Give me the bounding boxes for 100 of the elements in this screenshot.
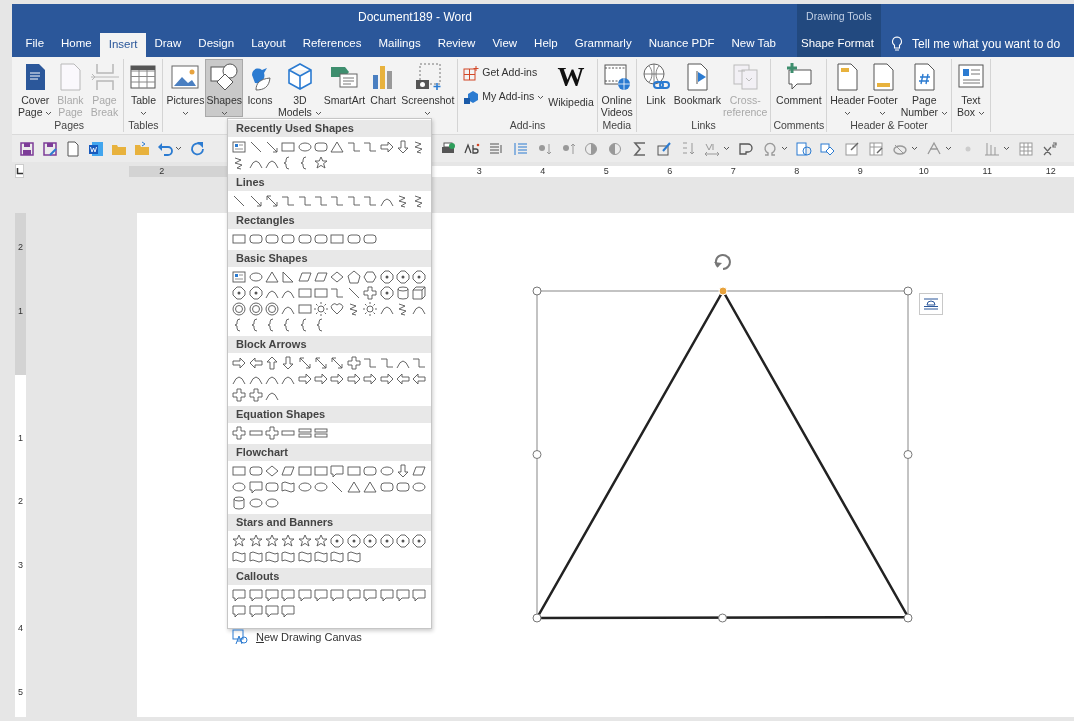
sun-icon[interactable] [314, 302, 329, 316]
right-arrow-icon[interactable] [232, 356, 247, 370]
new-drawing-canvas-item[interactable]: New Drawing Canvas [228, 625, 431, 650]
ribbon-button[interactable]: Shapes [205, 59, 243, 117]
ribbon-button[interactable]: Link [638, 59, 673, 117]
left-arrow-icon[interactable] [412, 372, 427, 386]
octagon-icon[interactable] [379, 286, 394, 300]
ribbon-button[interactable]: Online Videos [599, 59, 634, 117]
ribbon-button[interactable]: My Add-ins [460, 87, 548, 107]
callout-icon[interactable] [379, 588, 394, 602]
banner-icon[interactable] [264, 550, 279, 564]
ribbon-button[interactable]: Comment [775, 59, 823, 117]
selected-triangle-shape[interactable] [532, 286, 913, 623]
callout-icon[interactable] [412, 588, 427, 602]
parallelogram-icon[interactable] [412, 464, 427, 478]
ring-icon[interactable] [232, 302, 247, 316]
double-arrow-icon[interactable] [330, 356, 345, 370]
right-arrow-icon[interactable] [363, 372, 378, 386]
line-icon[interactable] [330, 480, 345, 494]
right-arrow-icon[interactable] [330, 372, 345, 386]
sun-icon[interactable] [363, 302, 378, 316]
up-arrow-icon[interactable] [264, 356, 279, 370]
ribbon-button[interactable]: Cover Page [17, 59, 54, 117]
line-icon[interactable] [232, 194, 247, 208]
line-icon[interactable] [248, 140, 263, 154]
banner-icon[interactable] [330, 550, 345, 564]
double-arrow-icon[interactable] [264, 194, 279, 208]
oval-icon[interactable] [314, 480, 329, 494]
ribbon-tab[interactable]: Layout [242, 30, 295, 57]
callout-icon[interactable] [363, 588, 378, 602]
right-arrow-icon[interactable] [346, 372, 361, 386]
octagon-icon[interactable] [379, 270, 394, 284]
octagon-icon[interactable] [412, 534, 427, 548]
ribbon-button[interactable]: Header [829, 59, 866, 117]
plus-icon[interactable] [363, 286, 378, 300]
ribbon-tab[interactable]: References [294, 30, 370, 57]
callout-icon[interactable] [297, 588, 312, 602]
oval-icon[interactable] [297, 480, 312, 494]
ribbon-button[interactable]: Pictures [165, 59, 206, 117]
plus-icon[interactable] [232, 388, 247, 402]
diamond-icon[interactable] [264, 464, 279, 478]
ribbon-tab[interactable]: New Tab [723, 30, 785, 57]
rounded-rectangle-icon[interactable] [248, 464, 263, 478]
ribbon-tab[interactable]: Draw [146, 30, 190, 57]
callout-icon[interactable] [395, 588, 410, 602]
hexagon-icon[interactable] [363, 270, 378, 284]
ribbon-tab[interactable]: Mailings [370, 30, 430, 57]
rounded-rectangle-icon[interactable] [314, 232, 329, 246]
parallelogram-icon[interactable] [281, 464, 296, 478]
star-icon[interactable] [314, 534, 329, 548]
plus-icon[interactable] [248, 388, 263, 402]
arrow-icon[interactable] [248, 194, 263, 208]
callout-icon[interactable] [248, 588, 263, 602]
ribbon-tab[interactable]: Nuance PDF [640, 30, 723, 57]
cube-icon[interactable] [412, 286, 427, 300]
diamond-icon[interactable] [330, 270, 345, 284]
ribbon-button[interactable]: Page Number [899, 59, 949, 117]
cylinder-icon[interactable] [232, 496, 247, 510]
callout-icon[interactable] [330, 588, 345, 602]
ribbon-button[interactable]: SmartArt [322, 59, 367, 117]
right-arrow-icon[interactable] [314, 372, 329, 386]
oval-icon[interactable] [264, 496, 279, 510]
star-icon[interactable] [314, 156, 329, 170]
banner-icon[interactable] [248, 550, 263, 564]
triangle-icon[interactable] [346, 480, 361, 494]
layout-options-button[interactable] [919, 293, 943, 315]
callout-icon[interactable] [281, 604, 296, 618]
banner-icon[interactable] [232, 550, 247, 564]
tell-me-search[interactable]: Tell me what you want to do [881, 30, 1074, 57]
ribbon-button[interactable]: Get Add-ins [460, 63, 548, 83]
rounded-rectangle-icon[interactable] [248, 232, 263, 246]
right-triangle-icon[interactable] [281, 270, 296, 284]
ribbon-tab[interactable]: Shape Format [797, 30, 878, 57]
oval-icon[interactable] [412, 480, 427, 494]
callout-icon[interactable] [346, 588, 361, 602]
plus-icon[interactable] [232, 426, 247, 440]
star-icon[interactable] [297, 534, 312, 548]
plus-icon[interactable] [264, 426, 279, 440]
oval-icon[interactable] [297, 140, 312, 154]
callout-icon[interactable] [330, 464, 345, 478]
ribbon-tab[interactable]: Grammarly [566, 30, 641, 57]
rounded-rectangle-icon[interactable] [264, 232, 279, 246]
star-icon[interactable] [248, 534, 263, 548]
star-icon[interactable] [264, 534, 279, 548]
octagon-icon[interactable] [346, 534, 361, 548]
down-arrow-icon[interactable] [395, 464, 410, 478]
double-arrow-icon[interactable] [314, 356, 329, 370]
rounded-rectangle-icon[interactable] [297, 232, 312, 246]
ribbon-button[interactable]: Footer [865, 59, 900, 117]
rounded-rectangle-icon[interactable] [281, 232, 296, 246]
ribbon-button[interactable]: Table [126, 59, 161, 117]
right-arrow-icon[interactable] [379, 140, 394, 154]
star-icon[interactable] [281, 534, 296, 548]
vertical-ruler[interactable]: 2 1 1 2 3 4 5 [15, 213, 26, 717]
heart-icon[interactable] [330, 302, 345, 316]
octagon-icon[interactable] [395, 270, 410, 284]
triangle-icon[interactable] [264, 270, 279, 284]
document-button[interactable] [65, 138, 81, 159]
ribbon-button[interactable]: 3D Models [277, 59, 323, 117]
rounded-rectangle-icon[interactable] [379, 480, 394, 494]
